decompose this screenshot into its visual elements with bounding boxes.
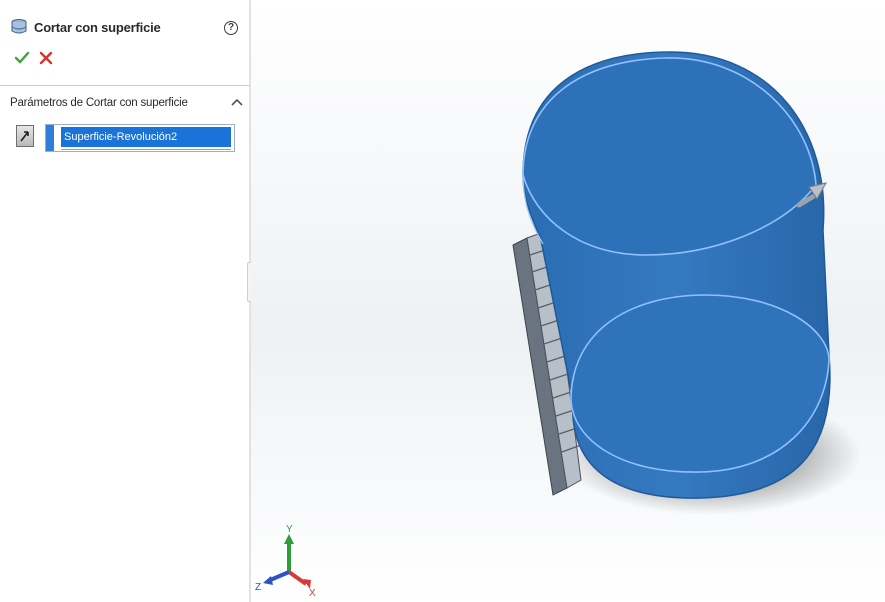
x-axis-line bbox=[287, 570, 308, 586]
help-icon[interactable]: ? bbox=[224, 21, 238, 35]
section-title: Parámetros de Cortar con superficie bbox=[10, 97, 188, 109]
property-manager-panel: Cortar con superficie ? Parámetros de Co… bbox=[0, 0, 250, 602]
surface-selection-list[interactable]: Superficie-Revolución2 bbox=[45, 124, 235, 152]
z-axis-label: Z bbox=[255, 582, 261, 593]
surface-selection-icon[interactable] bbox=[16, 125, 34, 147]
surface-cut-icon bbox=[11, 19, 27, 34]
selected-surface-item[interactable]: Superficie-Revolución2 bbox=[61, 127, 231, 147]
panel-title: Cortar con superficie bbox=[34, 19, 161, 35]
ok-check-icon[interactable] bbox=[14, 50, 30, 66]
x-axis-label: X bbox=[309, 588, 316, 599]
3d-model[interactable] bbox=[251, 0, 885, 602]
graphics-viewport[interactable]: Y X Z bbox=[251, 0, 885, 602]
panel-header: Cortar con superficie bbox=[10, 18, 161, 36]
y-axis-arrow bbox=[284, 534, 294, 544]
panel-divider bbox=[0, 85, 250, 86]
chevron-up-icon[interactable] bbox=[230, 96, 244, 108]
y-axis-label: Y bbox=[286, 524, 293, 535]
axis-triad: Y X Z bbox=[255, 524, 316, 599]
selection-underline bbox=[61, 149, 231, 150]
selection-accent-bar bbox=[46, 125, 54, 151]
cancel-x-icon[interactable] bbox=[38, 50, 54, 66]
arrow-pointer-icon bbox=[20, 131, 29, 142]
